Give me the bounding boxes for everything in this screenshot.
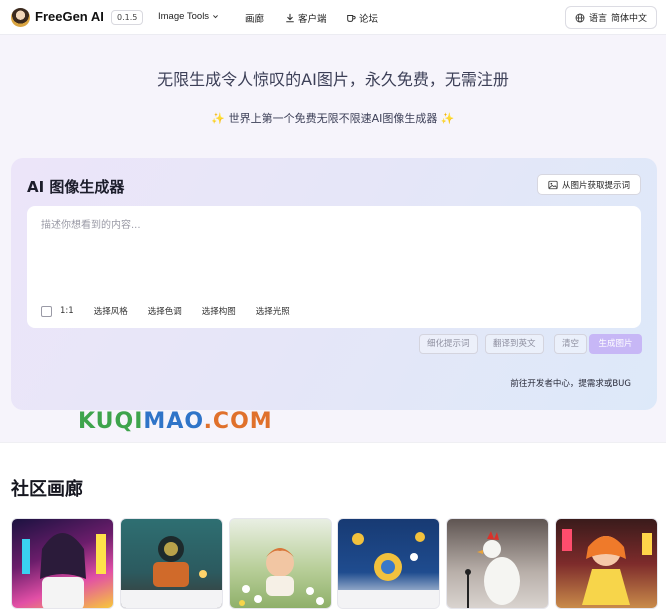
lighting-option[interactable]: 选择光照	[256, 305, 290, 317]
language-value: 简体中文	[611, 14, 648, 24]
nav-image-tools-label: Image Tools	[158, 11, 210, 22]
version-badge: 0.1.5	[111, 10, 144, 25]
gallery-title: 社区画廊	[11, 479, 83, 500]
hero-subtitle-row: ✨ 世界上第一个免费无限不限速AI图像生成器 ✨	[0, 110, 666, 126]
refine-prompt-button[interactable]: 细化提示词	[419, 334, 478, 354]
gallery-item-1[interactable]	[11, 518, 114, 609]
gallery-image-1	[22, 533, 106, 608]
watermark: KUQIMAO.COM	[78, 409, 273, 434]
image-icon	[548, 180, 558, 189]
generator-title: AI 图像生成器	[27, 178, 125, 196]
ratio-checkbox[interactable]	[41, 305, 52, 317]
composition-option[interactable]: 选择构图	[202, 305, 236, 317]
logo-icon[interactable]	[11, 8, 30, 27]
prompt-input[interactable]	[41, 216, 621, 286]
hero-title: 无限生成令人惊叹的AI图片，永久免费，无需注册	[157, 70, 509, 89]
gallery-image-4	[338, 532, 439, 608]
translate-english-button[interactable]: 翻译到英文	[485, 334, 544, 354]
options-row: 1:1 选择风格 选择色调 选择构图 选择光照	[41, 305, 310, 317]
sparkle-icon: ✨	[211, 112, 226, 125]
language-label: 语言	[588, 14, 607, 24]
gallery-item-4[interactable]	[337, 518, 440, 609]
prompt-from-image-label: 从图片获取提示词	[561, 180, 630, 191]
tone-option[interactable]: 选择色调	[148, 305, 182, 317]
language-selector[interactable]: 语言 简体中文	[565, 6, 657, 29]
image-generator-card: AI 图像生成器 从图片获取提示词 1:1 选择风格 选择色调 选择构图 选择光…	[11, 158, 657, 410]
gallery-image-6	[562, 529, 652, 605]
sparkle-icon: ✨	[440, 112, 455, 125]
developer-center-link[interactable]: 前往开发者中心，提需求或BUG	[510, 377, 631, 389]
gallery-image-2	[121, 536, 222, 608]
brand-name[interactable]: FreeGen AI	[35, 9, 104, 24]
nav-gallery-label: 画廊	[245, 14, 265, 25]
hero-subtitle: 世界上第一个免费无限不限速AI图像生成器	[228, 112, 438, 125]
nav-forum[interactable]: 论坛	[346, 11, 378, 25]
style-option[interactable]: 选择风格	[94, 305, 128, 317]
gallery-item-6[interactable]	[555, 518, 658, 609]
prompt-box: 1:1 选择风格 选择色调 选择构图 选择光照	[27, 206, 641, 328]
nav-image-tools[interactable]: Image Tools	[158, 11, 219, 22]
gallery-item-2[interactable]	[120, 518, 223, 609]
nav-forum-label: 论坛	[359, 14, 379, 25]
nav-client[interactable]: 客户端	[285, 11, 327, 25]
generate-image-button[interactable]: 生成图片	[589, 334, 642, 354]
nav-client-label: 客户端	[298, 14, 327, 25]
nav-gallery[interactable]: 画廊	[245, 11, 264, 25]
clear-button[interactable]: 清空	[554, 334, 588, 354]
gallery-image-3	[239, 548, 324, 606]
cup-icon	[347, 15, 356, 22]
globe-icon	[575, 13, 585, 22]
prompt-from-image-button[interactable]: 从图片获取提示词	[537, 174, 641, 195]
gallery-item-5[interactable]	[446, 518, 549, 609]
gallery-item-3[interactable]	[229, 518, 332, 609]
ratio-option[interactable]: 1:1	[60, 306, 74, 316]
top-nav: FreeGen AI 0.1.5 Image Tools 画廊 客户端 论坛 语…	[0, 0, 666, 35]
download-icon	[286, 13, 294, 23]
gallery-image-5	[465, 531, 520, 608]
chevron-down-icon	[213, 15, 219, 19]
